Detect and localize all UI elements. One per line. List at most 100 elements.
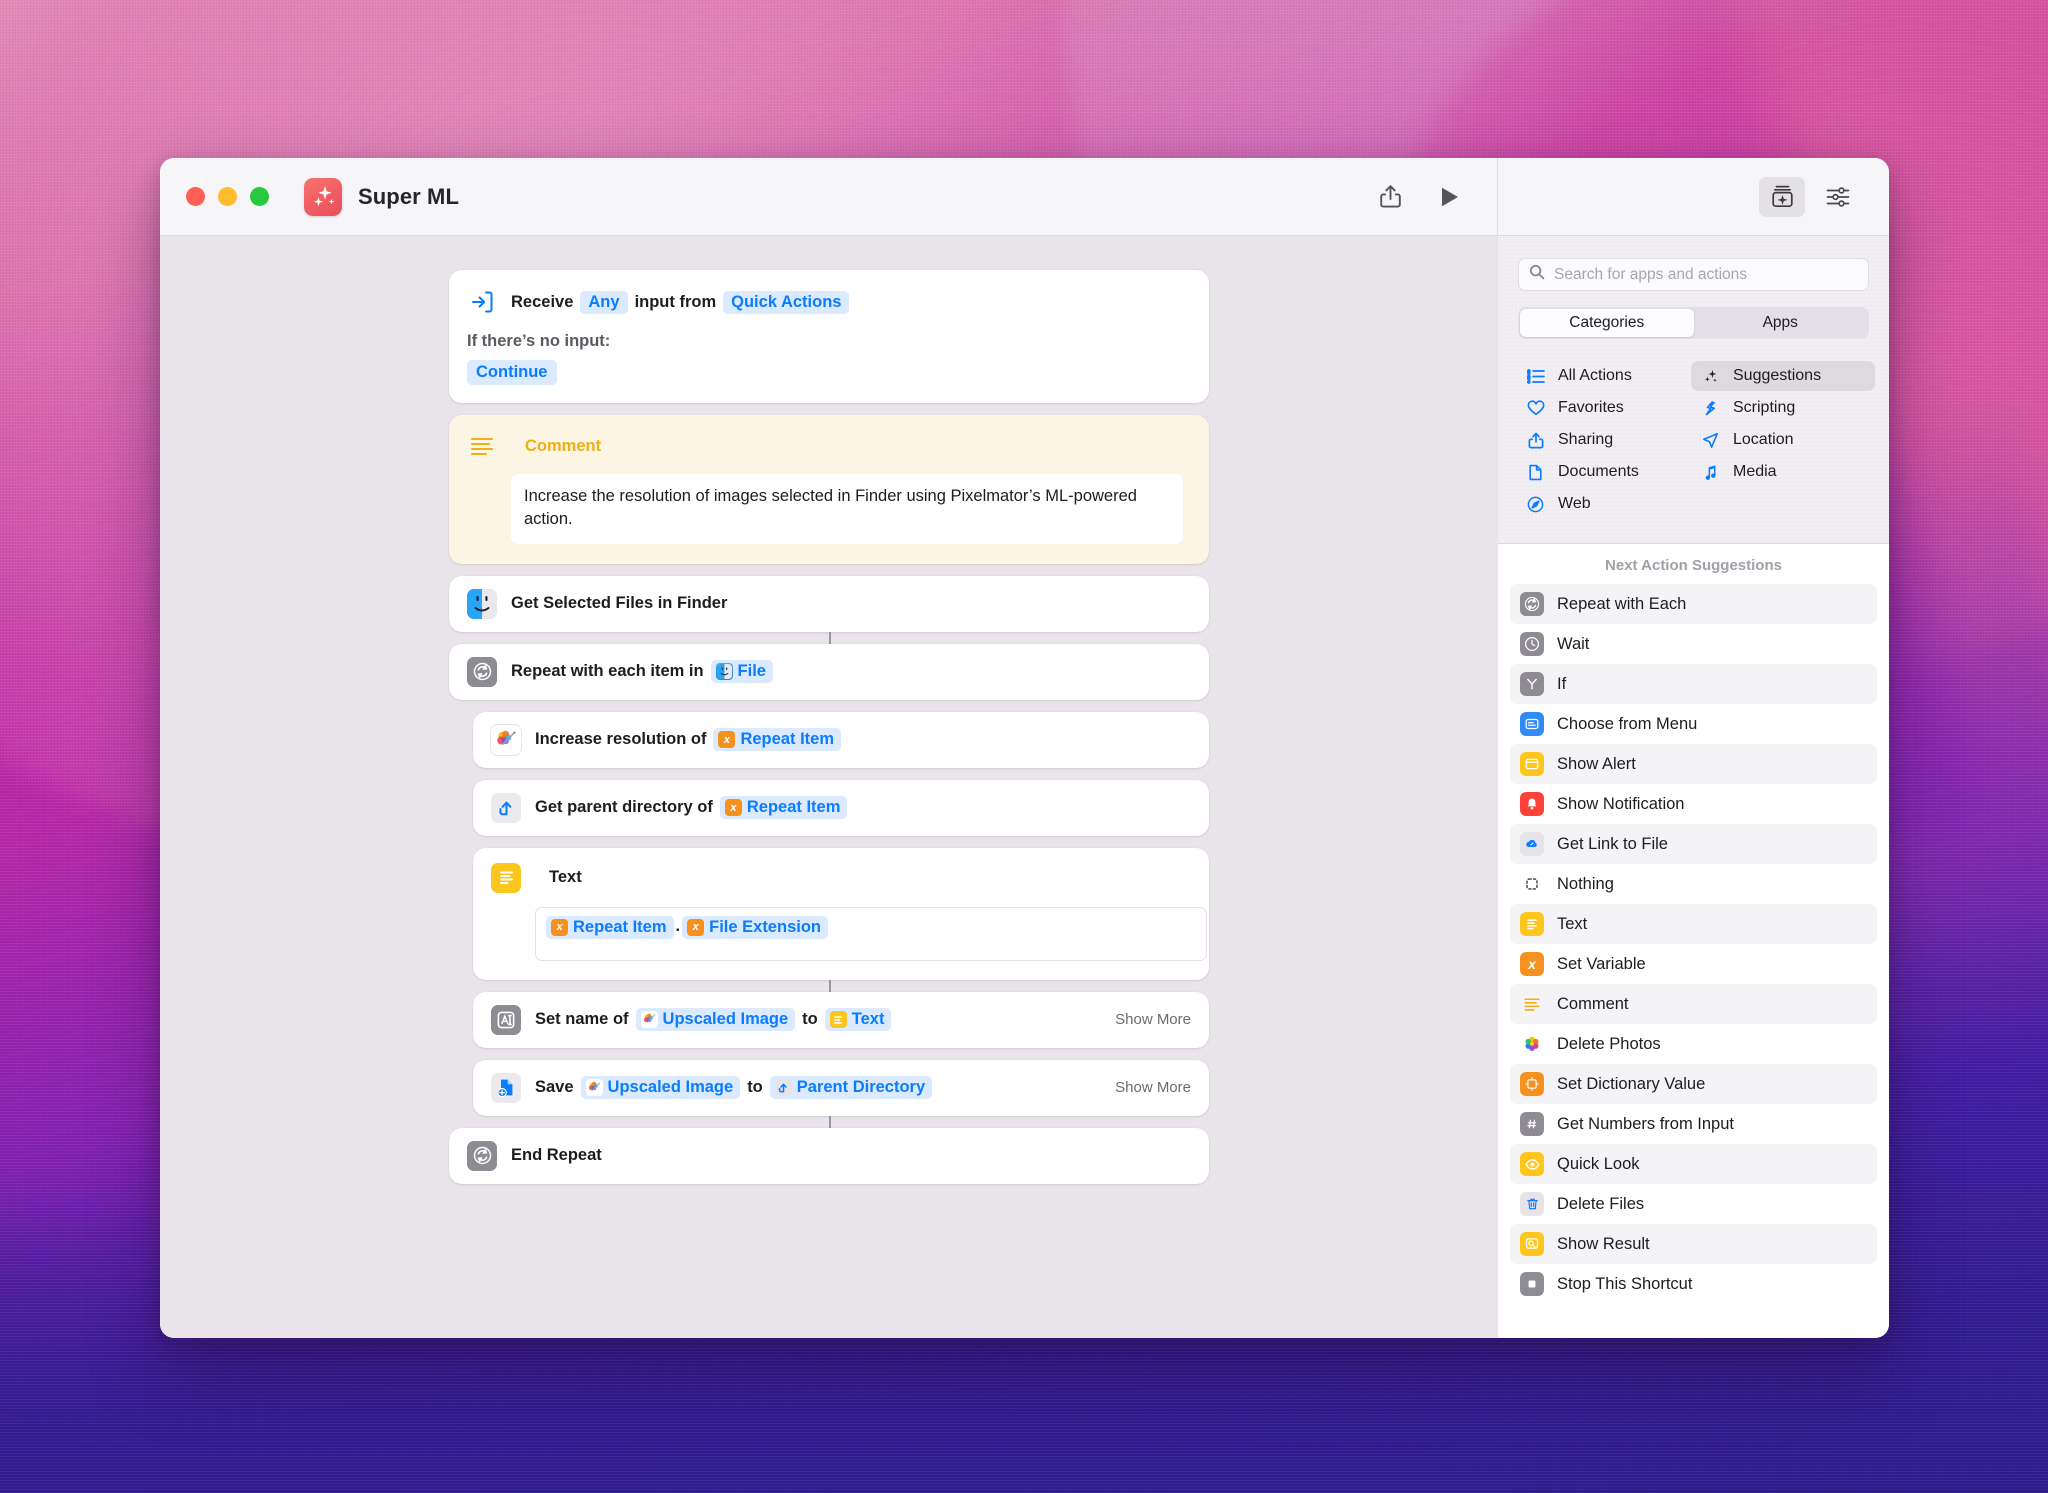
receive-input-type-token[interactable]: Any: [580, 290, 628, 314]
dictionary-icon: [1520, 1072, 1544, 1096]
suggestion-label: Text: [1557, 914, 1588, 933]
file-extension-variable-token[interactable]: x File Extension: [682, 915, 828, 939]
suggestion-item-nothing[interactable]: Nothing: [1510, 864, 1877, 904]
stop-icon: [1520, 1272, 1544, 1296]
variable-icon: x: [687, 918, 705, 936]
receive-input-card[interactable]: Receive Any input from Quick Actions If …: [449, 270, 1209, 403]
text-input-field[interactable]: x Repeat Item . x File Extension: [535, 906, 1207, 961]
category-item-documents[interactable]: Documents: [1516, 457, 1691, 487]
repeat-item-variable-token[interactable]: x Repeat Item: [546, 915, 674, 939]
repeat-icon: [467, 1140, 497, 1171]
suggestion-item-stop-this-shortcut[interactable]: Stop This Shortcut: [1510, 1264, 1877, 1304]
minimize-button[interactable]: [218, 187, 237, 206]
suggestion-item-quick-look[interactable]: Quick Look: [1510, 1144, 1877, 1184]
action-card-get-parent-directory[interactable]: Get parent directory of x Repeat Item: [473, 779, 1209, 836]
action-card-repeat-with-each[interactable]: Repeat with each item in File: [449, 643, 1209, 700]
suggestion-item-set-variable[interactable]: x Set Variable: [1510, 944, 1877, 984]
show-more-button[interactable]: Show More: [1097, 1011, 1191, 1028]
suggestion-item-set-dictionary-value[interactable]: Set Dictionary Value: [1510, 1064, 1877, 1104]
suggestion-item-show-notification[interactable]: Show Notification: [1510, 784, 1877, 824]
cloud-link-icon: [1520, 832, 1544, 856]
titlebar-left: Super ML: [160, 158, 1498, 235]
action-label: Repeat with each item in: [511, 662, 704, 681]
suggestion-item-get-link-to-file[interactable]: Get Link to File: [1510, 824, 1877, 864]
suggestions-list: Next Action Suggestions Repeat with Each: [1498, 544, 1889, 1338]
category-item-suggestions[interactable]: Suggestions: [1691, 361, 1875, 391]
search-field[interactable]: [1518, 258, 1869, 291]
suggestion-label: Show Alert: [1557, 754, 1636, 773]
shortcut-details-icon[interactable]: [1817, 177, 1859, 217]
action-card-end-repeat[interactable]: End Repeat: [449, 1127, 1209, 1184]
number-sign-icon: [1520, 1112, 1544, 1136]
search-icon: [1529, 264, 1545, 285]
text-icon: [829, 1011, 847, 1029]
parent-directory-variable-token[interactable]: Parent Directory: [769, 1076, 933, 1100]
suggestion-label: Quick Look: [1557, 1154, 1640, 1173]
category-item-scripting[interactable]: Scripting: [1691, 393, 1875, 423]
upscaled-image-variable-token[interactable]: Upscaled Image: [580, 1076, 741, 1100]
no-input-label: If there’s no input:: [467, 332, 611, 350]
share-icon[interactable]: [1369, 177, 1411, 217]
action-card-text[interactable]: Text x Repeat Item . x File Extension: [473, 847, 1209, 980]
category-item-location[interactable]: Location: [1691, 425, 1875, 455]
action-card-get-selected-files[interactable]: Get Selected Files in Finder: [449, 575, 1209, 632]
music-note-icon: [1701, 464, 1720, 481]
comment-card[interactable]: Comment Increase the resolution of image…: [449, 415, 1209, 564]
close-button[interactable]: [186, 187, 205, 206]
suggestion-label: Repeat with Each: [1557, 594, 1687, 613]
suggestion-item-if[interactable]: If: [1510, 664, 1877, 704]
action-card-save[interactable]: Save Upscaled Image to Parent Directory …: [473, 1059, 1209, 1116]
repeat-connector: [829, 631, 831, 644]
suggestion-item-show-alert[interactable]: Show Alert: [1510, 744, 1877, 784]
category-item-all-actions[interactable]: All Actions: [1516, 361, 1691, 391]
comment-text[interactable]: Increase the resolution of images select…: [511, 474, 1183, 544]
suggestion-item-get-numbers-from-input[interactable]: Get Numbers from Input: [1510, 1104, 1877, 1144]
sparkle-icon: [1701, 368, 1720, 385]
action-label: Save: [535, 1078, 574, 1097]
category-item-sharing[interactable]: Sharing: [1516, 425, 1691, 455]
receive-input-icon: [467, 287, 497, 317]
suggestion-item-choose-from-menu[interactable]: Choose from Menu: [1510, 704, 1877, 744]
suggestion-item-delete-photos[interactable]: Delete Photos: [1510, 1024, 1877, 1064]
suggestion-item-text[interactable]: Text: [1510, 904, 1877, 944]
variable-icon: x: [551, 918, 568, 936]
show-more-button[interactable]: Show More: [1097, 1079, 1191, 1096]
suggestion-item-comment[interactable]: Comment: [1510, 984, 1877, 1024]
zoom-button[interactable]: [250, 187, 269, 206]
suggestion-item-wait[interactable]: Wait: [1510, 624, 1877, 664]
repeat-item-variable-token[interactable]: x Repeat Item: [713, 728, 841, 752]
category-label: Web: [1558, 495, 1591, 512]
category-item-web[interactable]: Web: [1516, 489, 1691, 519]
action-library-icon[interactable]: [1759, 176, 1805, 217]
suggestion-item-delete-files[interactable]: Delete Files: [1510, 1184, 1877, 1224]
tab-categories[interactable]: Categories: [1520, 309, 1694, 337]
category-label: Suggestions: [1733, 367, 1822, 384]
action-card-increase-resolution[interactable]: Increase resolution of x Repeat Item: [473, 711, 1209, 768]
category-label: Media: [1733, 463, 1777, 480]
token-label: Repeat Item: [740, 730, 834, 749]
suggestion-label: Comment: [1557, 994, 1629, 1013]
run-icon[interactable]: [1429, 177, 1471, 217]
category-item-media[interactable]: Media: [1691, 457, 1875, 487]
tab-apps[interactable]: Apps: [1694, 309, 1868, 337]
action-library-sidebar: Categories Apps All Actions: [1498, 236, 1889, 1338]
pixelmator-icon: [585, 1079, 603, 1097]
suggestion-label: Set Variable: [1557, 954, 1646, 973]
file-variable-token[interactable]: File: [710, 660, 773, 684]
save-file-icon: [491, 1072, 521, 1103]
suggestion-item-repeat-with-each[interactable]: Repeat with Each: [1510, 584, 1877, 624]
search-input[interactable]: [1554, 265, 1858, 284]
action-card-set-name[interactable]: Set name of Upscaled Image to Text Show …: [473, 991, 1209, 1048]
upscaled-image-variable-token[interactable]: Upscaled Image: [635, 1008, 796, 1032]
text-variable-token[interactable]: Text: [824, 1008, 892, 1032]
no-input-value-token[interactable]: Continue: [467, 360, 557, 385]
suggestion-item-show-result[interactable]: Show Result: [1510, 1224, 1877, 1264]
repeat-item-variable-token[interactable]: x Repeat Item: [719, 796, 848, 820]
receive-source-token[interactable]: Quick Actions: [723, 290, 850, 314]
repeat-icon: [1520, 592, 1544, 616]
category-item-favorites[interactable]: Favorites: [1516, 393, 1691, 423]
library-mode-segmented-control[interactable]: Categories Apps: [1518, 307, 1869, 339]
repeat-connector: [829, 979, 831, 992]
token-label: Parent Directory: [796, 1078, 926, 1097]
safari-compass-icon: [1526, 496, 1545, 513]
